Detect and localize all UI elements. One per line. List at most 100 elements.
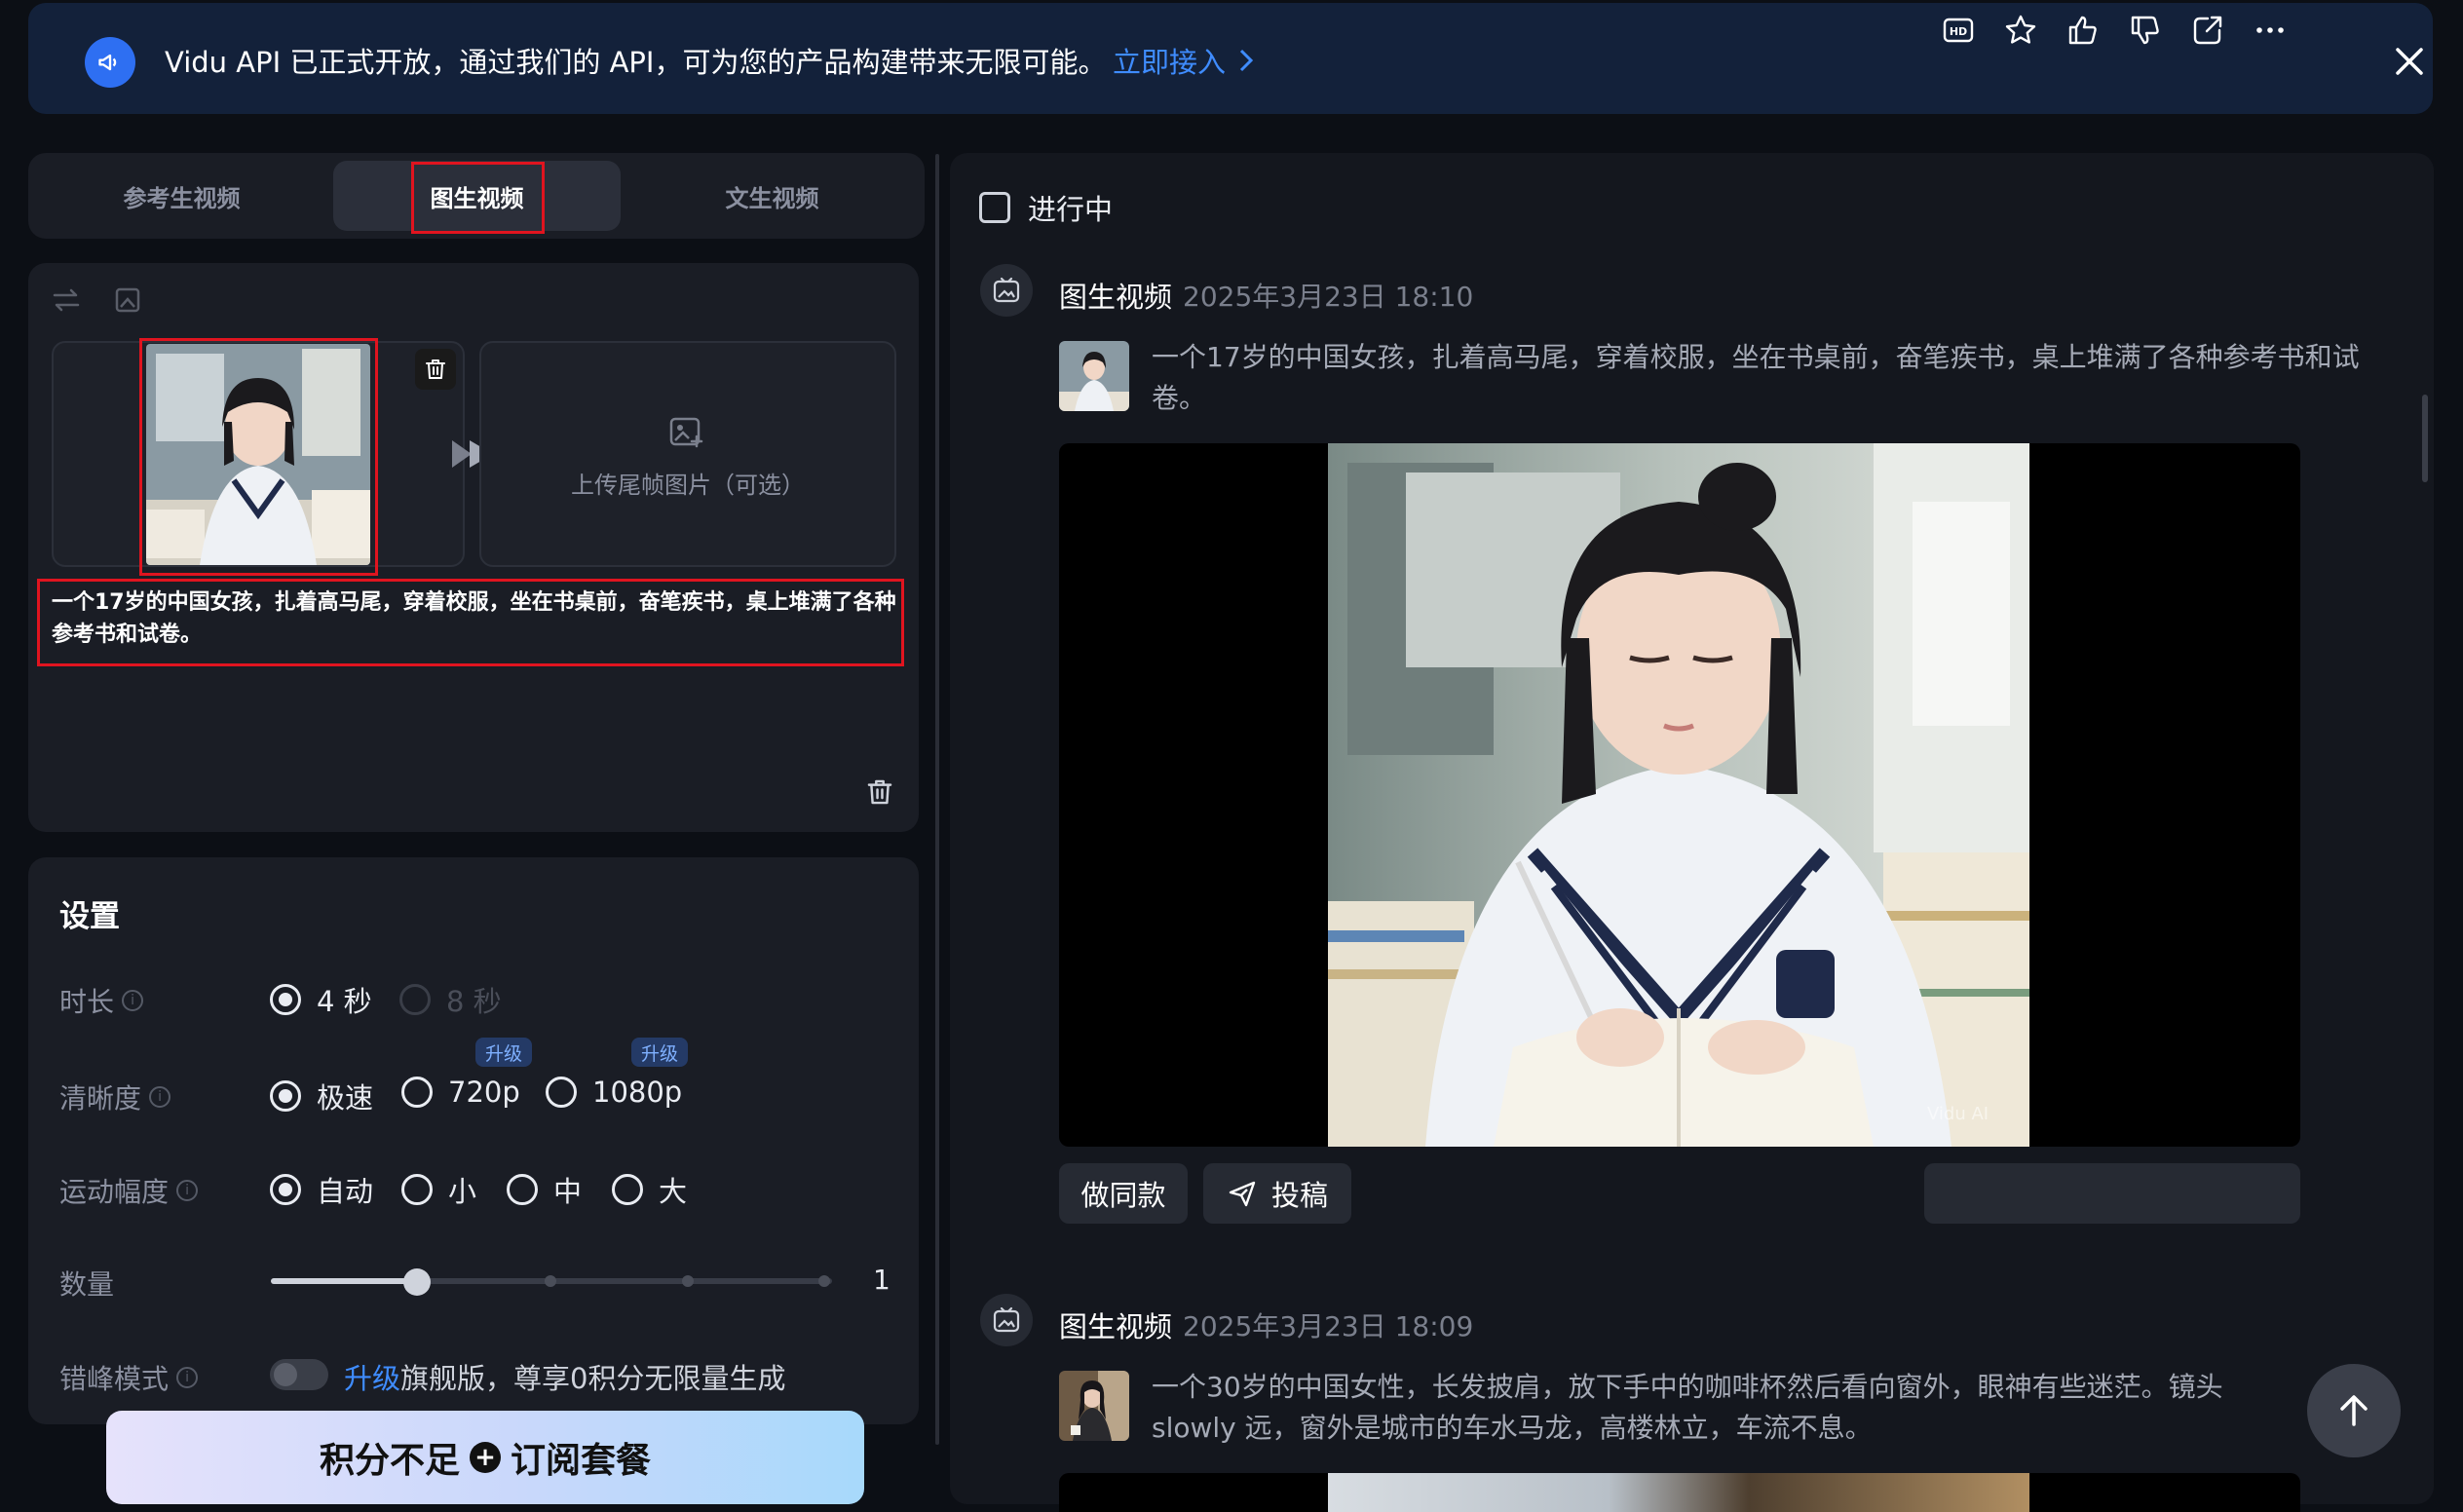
quantity-slider-handle[interactable] xyxy=(403,1268,431,1296)
resolution-option-720p[interactable]: 720p xyxy=(401,1076,520,1109)
task-prompt: 一个17岁的中国女孩，扎着高马尾，穿着校服，坐在书桌前，奋笔疾书，桌上堆满了各种… xyxy=(1152,341,2360,414)
slider-tick xyxy=(818,1275,830,1287)
insufficient-credits-label: 积分不足 xyxy=(319,1441,460,1481)
off-peak-promo-text: 旗舰版，尊享0积分无限量生成 xyxy=(400,1362,786,1395)
radio-icon xyxy=(399,984,431,1015)
send-icon xyxy=(1229,1181,1256,1207)
tab-reference-video[interactable]: 参考生视频 xyxy=(38,161,325,231)
task-type: 图生视频 xyxy=(1059,281,1173,314)
resolution-option-label: 1080p xyxy=(592,1076,683,1109)
annotation-highlight xyxy=(411,162,545,234)
trash-icon xyxy=(426,359,445,379)
resolution-option-1080p[interactable]: 1080p xyxy=(546,1076,682,1109)
subscribe-label: 订阅套餐 xyxy=(511,1441,652,1481)
task-type: 图生视频 xyxy=(1059,1310,1173,1343)
checkbox-icon xyxy=(979,192,1010,223)
motion-option-large[interactable]: 大 xyxy=(612,1169,687,1210)
upgrade-badge[interactable]: 升级 xyxy=(475,1038,533,1067)
scroll-to-top-button[interactable] xyxy=(2307,1364,2401,1457)
motion-option-auto[interactable]: 自动 xyxy=(270,1169,373,1210)
clear-prompt-icon[interactable] xyxy=(864,776,895,808)
duration-option-label: 8 秒 xyxy=(446,985,502,1018)
arrow-up-icon xyxy=(2340,1395,2368,1426)
thumbs-down-icon[interactable] xyxy=(2128,13,2163,48)
quantity-slider-fill xyxy=(271,1278,417,1284)
info-icon[interactable]: i xyxy=(122,990,144,1011)
duration-option-8s[interactable]: 8 秒 xyxy=(399,979,502,1020)
info-icon[interactable]: i xyxy=(176,1367,199,1388)
motion-label: 运动幅度 i xyxy=(59,1171,199,1210)
duration-label-text: 时长 xyxy=(59,986,115,1018)
upgrade-link[interactable]: 升级 xyxy=(344,1362,400,1395)
megaphone-icon xyxy=(85,37,135,88)
annotation-highlight xyxy=(37,579,904,666)
radio-icon xyxy=(546,1077,577,1108)
resolution-label-text: 清晰度 xyxy=(59,1082,142,1115)
off-peak-label-text: 错峰模式 xyxy=(59,1363,170,1395)
video-watermark: Vidu AI xyxy=(1927,1104,1989,1124)
off-peak-label: 错峰模式 i xyxy=(59,1358,199,1397)
radio-selected-icon xyxy=(270,984,301,1015)
radio-icon xyxy=(401,1174,433,1205)
duration-label: 时长 i xyxy=(59,981,144,1020)
in-progress-filter[interactable]: 进行中 xyxy=(979,187,1113,228)
scrollbar[interactable] xyxy=(2422,395,2428,482)
radio-selected-icon xyxy=(270,1174,301,1205)
motion-option-medium[interactable]: 中 xyxy=(507,1169,582,1210)
image-upload-icon xyxy=(669,417,703,448)
video-frame xyxy=(1328,443,2029,1147)
plus-circle-icon: + xyxy=(470,1442,501,1473)
swap-icon[interactable] xyxy=(51,284,82,316)
image-to-video-icon xyxy=(980,1294,1033,1346)
task-time: 2025年3月23日 18:09 xyxy=(1183,1310,1474,1342)
svg-text:HD: HD xyxy=(1950,25,1967,38)
banner-text: Vidu API 已正式开放，通过我们的 API，可为您的产品构建带来无限可能。 xyxy=(165,46,1107,79)
image-to-video-icon xyxy=(980,264,1033,317)
close-icon[interactable] xyxy=(2390,42,2429,81)
submit-label: 投稿 xyxy=(1270,1179,1328,1212)
settings-panel xyxy=(28,857,919,1424)
quantity-value: 1 xyxy=(873,1264,890,1296)
submit-button[interactable]: 投稿 xyxy=(1203,1163,1351,1224)
task-reference-thumbnail[interactable] xyxy=(1059,341,1129,411)
slider-tick xyxy=(545,1275,556,1287)
video-frame xyxy=(1328,1473,2029,1512)
upgrade-badge[interactable]: 升级 xyxy=(631,1038,689,1067)
banner-link-label[interactable]: 立即接入 xyxy=(1113,40,1226,81)
annotation-highlight xyxy=(139,338,378,576)
task-reference-thumbnail[interactable] xyxy=(1059,1371,1129,1441)
info-icon[interactable]: i xyxy=(149,1086,171,1108)
share-icon[interactable] xyxy=(2190,13,2225,48)
subscribe-button[interactable]: 积分不足 + 订阅套餐 xyxy=(106,1411,864,1504)
hd-icon[interactable]: HD xyxy=(1941,13,1976,48)
last-frame-upload[interactable] xyxy=(479,341,896,567)
motion-label-text: 运动幅度 xyxy=(59,1176,170,1208)
task-time: 2025年3月23日 18:10 xyxy=(1183,281,1474,313)
info-icon[interactable]: i xyxy=(176,1180,199,1201)
motion-option-small[interactable]: 小 xyxy=(401,1169,476,1210)
make-same-label: 做同款 xyxy=(1080,1179,1166,1212)
panel-divider[interactable] xyxy=(935,154,939,1445)
radio-icon xyxy=(612,1174,643,1205)
delete-first-frame-button[interactable] xyxy=(415,349,456,390)
quantity-label: 数量 xyxy=(59,1264,114,1303)
chevron-right-icon xyxy=(1239,49,1254,72)
duration-option-label: 4 秒 xyxy=(317,985,372,1018)
more-icon[interactable] xyxy=(2253,13,2288,48)
settings-title: 设置 xyxy=(59,899,120,934)
tab-text-to-video[interactable]: 文生视频 xyxy=(628,161,916,231)
task-prompt: 一个30岁的中国女性，长发披肩，放下手中的咖啡杯然后看向窗外，眼神有些迷茫。镜头… xyxy=(1152,1371,2223,1444)
radio-icon xyxy=(401,1077,433,1108)
make-same-button[interactable]: 做同款 xyxy=(1059,1163,1188,1224)
upload-last-frame-label: 上传尾帧图片（可选） xyxy=(571,472,805,499)
radio-icon xyxy=(507,1174,538,1205)
star-icon[interactable] xyxy=(2003,13,2038,48)
off-peak-toggle[interactable] xyxy=(270,1359,328,1390)
duration-option-4s[interactable]: 4 秒 xyxy=(270,979,372,1020)
banner-link[interactable]: 立即接入 xyxy=(1113,40,1255,81)
resolution-option-label: 极速 xyxy=(317,1081,374,1115)
crop-icon[interactable] xyxy=(112,284,143,316)
resolution-option-fast[interactable]: 极速 xyxy=(270,1076,373,1116)
motion-option-label: 小 xyxy=(448,1175,477,1208)
thumbs-up-icon[interactable] xyxy=(2065,13,2101,48)
